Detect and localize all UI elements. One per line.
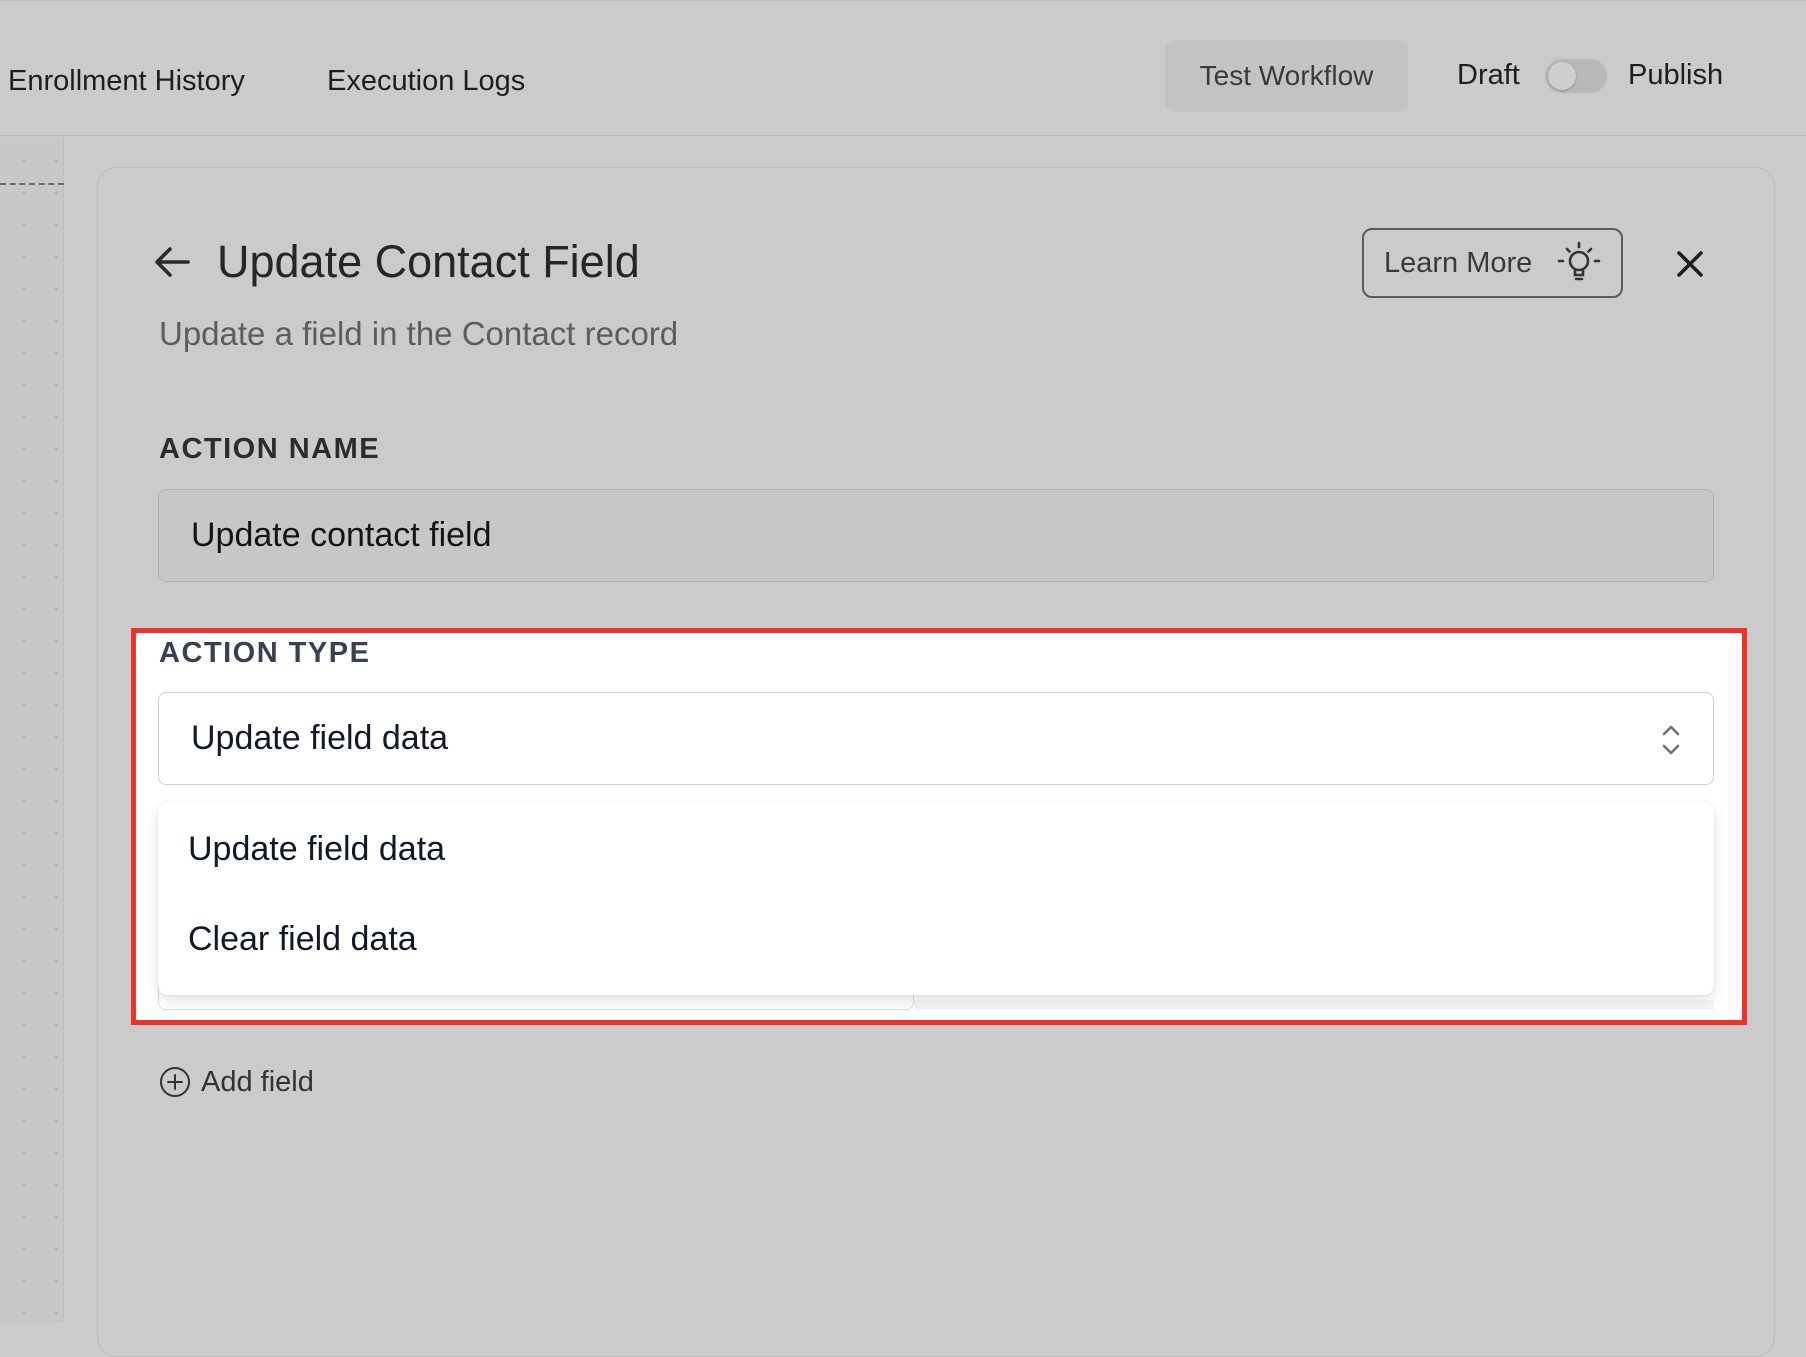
canvas-connector-line <box>0 183 64 185</box>
tab-enrollment-history[interactable]: Enrollment History <box>8 65 245 98</box>
panel-subtitle: Update a field in the Contact record <box>159 315 679 352</box>
action-type-selected-value: Update field data <box>191 719 449 757</box>
close-icon[interactable] <box>1672 246 1708 282</box>
plus-circle-icon <box>160 1067 190 1097</box>
dropdown-option-clear[interactable]: Clear field data <box>188 920 417 959</box>
action-type-label: ACTION TYPE <box>159 637 371 669</box>
action-type-select[interactable]: Update field data <box>158 692 1714 785</box>
chevron-updown-icon <box>1662 725 1680 755</box>
learn-more-button[interactable]: Learn More <box>1362 228 1623 298</box>
add-field-button[interactable]: Add field <box>159 1066 314 1098</box>
tab-execution-logs[interactable]: Execution Logs <box>327 65 525 98</box>
action-name-label: ACTION NAME <box>159 433 381 465</box>
publish-label: Publish <box>1628 59 1724 91</box>
action-type-dropdown: Update field data Clear field data <box>158 802 1714 995</box>
lightbulb-icon <box>1557 241 1601 281</box>
learn-more-label: Learn More <box>1384 246 1533 279</box>
publish-toggle[interactable] <box>1545 59 1607 93</box>
draft-label: Draft <box>1457 59 1520 91</box>
dropdown-option-update[interactable]: Update field data <box>188 830 445 869</box>
add-field-label: Add field <box>201 1065 314 1098</box>
toggle-knob <box>1548 62 1576 90</box>
back-arrow-icon[interactable] <box>152 242 192 282</box>
workflow-canvas[interactable] <box>0 137 64 1322</box>
field-row-behind-right <box>914 1000 1714 1010</box>
test-workflow-button[interactable]: Test Workflow <box>1165 40 1408 112</box>
panel-title: Update Contact Field <box>217 236 640 287</box>
top-bar: Enrollment History Execution Logs Test W… <box>0 0 1806 136</box>
action-name-input[interactable]: Update contact field <box>158 489 1714 582</box>
